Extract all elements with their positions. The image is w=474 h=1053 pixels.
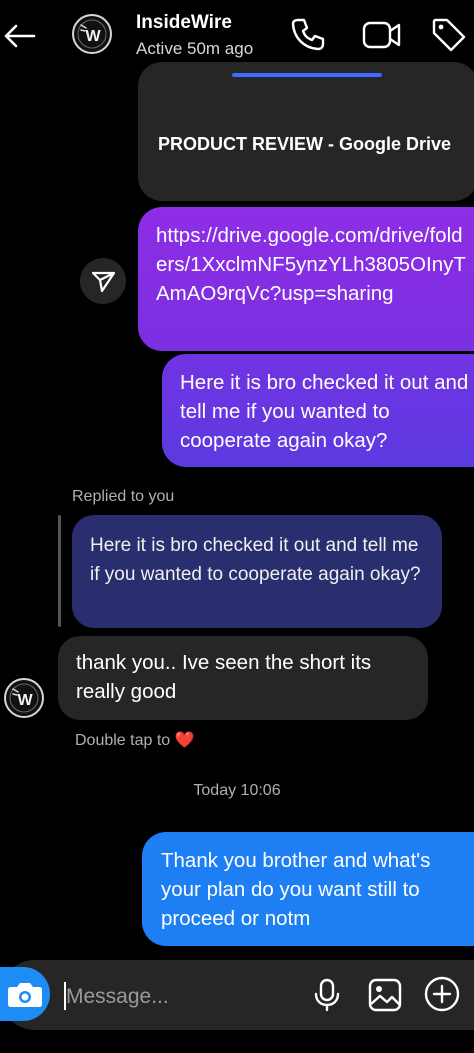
shared-post-card[interactable] (138, 62, 474, 201)
contact-name[interactable]: InsideWire (136, 12, 232, 34)
reply-indicator-bar (58, 515, 61, 627)
tag-icon[interactable] (430, 16, 468, 54)
contact-avatar[interactable]: W (72, 14, 112, 54)
quoted-message[interactable]: Here it is bro checked it out and tell m… (72, 515, 442, 628)
message-text: thank you.. Ive seen the short its reall… (76, 651, 372, 703)
message-text: Thank you brother and what's your plan d… (161, 849, 431, 930)
heart-icon: ❤️ (174, 732, 195, 749)
link-text[interactable]: https://drive.google.com/drive/folders/1… (156, 221, 472, 308)
phone-icon[interactable] (290, 16, 326, 52)
incoming-message[interactable]: thank you.. Ive seen the short its reall… (58, 636, 428, 720)
outgoing-link-message[interactable]: https://drive.google.com/drive/folders/1… (138, 207, 474, 351)
quoted-text: Here it is bro checked it out and tell m… (90, 535, 421, 585)
double-tap-hint: Double tap to ❤️ (75, 730, 195, 750)
image-icon[interactable] (368, 978, 402, 1012)
timestamp: Today 10:06 (193, 782, 281, 799)
back-arrow-icon[interactable] (0, 14, 40, 58)
avatar-letter: W (17, 692, 33, 709)
outgoing-message[interactable]: Thank you brother and what's your plan d… (142, 832, 474, 946)
microphone-icon[interactable] (312, 978, 342, 1012)
plus-circle-icon[interactable] (424, 976, 460, 1012)
shared-post-preview-line (232, 73, 382, 77)
send-icon[interactable] (80, 258, 126, 304)
replied-label: Replied to you (72, 488, 175, 505)
outgoing-message[interactable]: Here it is bro checked it out and tell m… (162, 354, 474, 467)
active-status: Active 50m ago (136, 39, 254, 58)
dm-screen: W InsideWire Active 50m ago PRODUCT REVI… (0, 0, 474, 1053)
sender-avatar[interactable]: W (4, 678, 44, 718)
message-input[interactable] (62, 981, 288, 1013)
video-camera-icon[interactable] (362, 18, 402, 52)
shared-post-title[interactable]: PRODUCT REVIEW - Google Drive (158, 134, 451, 155)
camera-icon[interactable] (0, 967, 50, 1021)
double-tap-text: Double tap to (75, 732, 171, 749)
avatar-letter: W (85, 28, 101, 45)
message-text: Here it is bro checked it out and tell m… (180, 371, 469, 452)
